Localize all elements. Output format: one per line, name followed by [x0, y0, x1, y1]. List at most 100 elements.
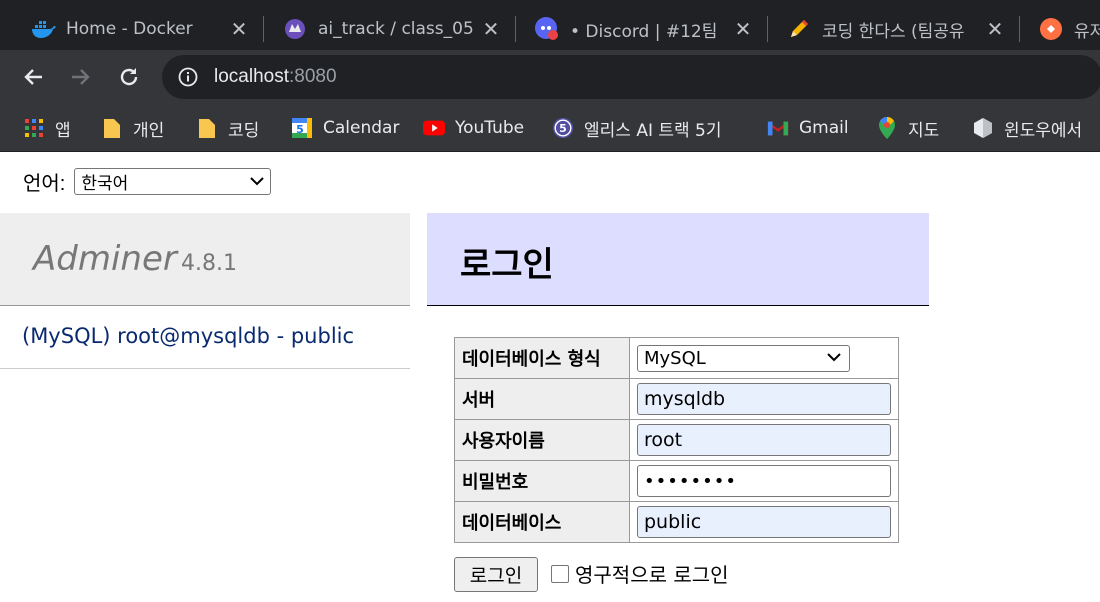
form-row-server: 서버 mysqldb	[454, 378, 899, 420]
language-value: 한국어	[81, 174, 129, 193]
password-cell: ••••••••	[629, 460, 899, 502]
system-label: 데이터베이스 형식	[454, 337, 630, 379]
bookmark-calendar[interactable]: 5 Calendar	[291, 114, 399, 142]
info-icon[interactable]	[178, 67, 198, 91]
tab-docker[interactable]: Home - Docker ✕	[12, 8, 262, 50]
app-version: 4.8.1	[181, 251, 237, 276]
reload-button[interactable]	[114, 62, 144, 92]
bookmark-label: YouTube	[455, 118, 525, 138]
app-name-link[interactable]: Adminer	[33, 239, 177, 279]
arrow-right-icon	[72, 69, 90, 85]
arrow-left-icon	[24, 69, 42, 85]
bookmark-maps[interactable]: 지도	[876, 114, 939, 142]
page-title: 로그인	[460, 245, 554, 285]
password-input[interactable]: ••••••••	[637, 465, 891, 497]
form-row-password: 비밀번호 ••••••••	[454, 460, 899, 502]
svg-text:5: 5	[296, 123, 304, 136]
tab-title: 유저	[1074, 21, 1100, 42]
close-icon[interactable]: ✕	[730, 17, 756, 41]
system-cell: MySQL	[629, 337, 899, 379]
chevron-down-icon	[827, 351, 841, 365]
bookmark-label: 앱	[55, 120, 71, 141]
app-icon	[1038, 16, 1064, 42]
permanent-login-label: 영구적으로 로그인	[575, 563, 729, 587]
folder-icon	[196, 117, 218, 139]
bookmark-gmail[interactable]: Gmail	[767, 114, 849, 142]
permanent-login-checkbox[interactable]	[551, 564, 569, 583]
tab-ai-track[interactable]: ai_track / class_05 ✕	[264, 8, 514, 50]
form-row-database: 데이터베이스 public	[454, 501, 899, 543]
database-input[interactable]: public	[637, 506, 891, 538]
bookmark-folder-coding[interactable]: 코딩	[196, 114, 259, 142]
calendar-icon: 5	[291, 117, 313, 139]
username-label: 사용자이름	[454, 419, 630, 461]
language-label: 언어:	[23, 173, 66, 195]
system-value: MySQL	[644, 347, 706, 369]
tab-user[interactable]: 유저	[1020, 8, 1100, 50]
server-input[interactable]: mysqldb	[637, 383, 891, 415]
back-button[interactable]	[18, 62, 48, 92]
tab-title: • Discord | #12팀	[570, 21, 718, 42]
server-cell: mysqldb	[629, 378, 899, 420]
permanent-login-option[interactable]: 영구적으로 로그인	[551, 559, 729, 588]
elice-icon: 5	[552, 117, 574, 139]
server-label: 서버	[454, 378, 630, 420]
discord-icon	[534, 16, 560, 42]
forward-button[interactable]	[66, 62, 96, 92]
browser-tab-bar: Home - Docker ✕ ai_track / class_05 ✕ • …	[0, 0, 1100, 50]
username-cell: root	[629, 419, 899, 461]
bookmark-youtube[interactable]: YouTube	[423, 114, 524, 142]
youtube-icon	[423, 117, 445, 139]
username-input[interactable]: root	[637, 424, 891, 456]
app-header: Adminer 4.8.1	[0, 213, 410, 306]
apps-grid-icon	[23, 117, 45, 139]
pencil-icon	[786, 16, 812, 42]
sidebar-menu: Adminer 4.8.1 (MySQL) root@mysqldb - pub…	[0, 213, 410, 370]
close-icon[interactable]: ✕	[982, 17, 1008, 41]
bookmark-label: Gmail	[799, 118, 849, 138]
close-icon[interactable]: ✕	[478, 17, 504, 41]
url-host: localhost	[214, 66, 289, 87]
svg-text:5: 5	[559, 122, 567, 135]
database-label: 데이터베이스	[454, 501, 630, 543]
browser-toolbar: localhost:8080	[0, 50, 1100, 104]
gmail-icon	[767, 117, 789, 139]
bookmark-label: 지도	[908, 120, 940, 141]
password-label: 비밀번호	[454, 460, 630, 502]
tab-coding-handas[interactable]: 코딩 한다스 (팀공유 ✕	[768, 8, 1018, 50]
url-port: :8080	[289, 66, 337, 87]
url-text: localhost:8080	[214, 66, 337, 88]
language-selector-row: 언어: 한국어	[23, 167, 272, 196]
bookmark-label: Calendar	[323, 118, 400, 138]
maps-icon	[876, 116, 898, 139]
database-link[interactable]: (MySQL) root@mysqldb - public	[22, 324, 354, 348]
bookmarks-bar: 앱 개인 코딩 5 Calendar YouTube 5 엘리스 AI 트랙 5…	[0, 104, 1100, 152]
bookmark-label: 개인	[133, 120, 165, 141]
bookmark-folder-personal[interactable]: 개인	[101, 114, 164, 142]
bookmark-label: 윈도우에서	[1004, 120, 1083, 141]
hexagon-icon	[972, 117, 994, 139]
address-bar[interactable]: localhost:8080	[162, 55, 1100, 99]
language-select[interactable]: 한국어	[74, 168, 272, 195]
bookmark-elice[interactable]: 5 엘리스 AI 트랙 5기	[552, 114, 722, 142]
database-system-select[interactable]: MySQL	[637, 344, 850, 372]
gitlab-icon	[282, 16, 308, 42]
form-row-system: 데이터베이스 형식 MySQL	[454, 337, 899, 379]
chevron-down-icon	[250, 175, 265, 189]
tab-title: Home - Docker	[66, 19, 193, 39]
sidebar-divider	[0, 368, 410, 369]
login-button[interactable]: 로그인	[454, 557, 538, 592]
tab-discord[interactable]: • Discord | #12팀 ✕	[516, 8, 766, 50]
bookmark-label: 엘리스 AI 트랙 5기	[584, 120, 722, 141]
database-cell: public	[629, 501, 899, 543]
form-row-username: 사용자이름 root	[454, 419, 899, 461]
close-icon[interactable]: ✕	[226, 17, 252, 41]
reload-icon	[120, 68, 138, 86]
content-header: 로그인	[427, 213, 929, 306]
bookmark-windows[interactable]: 윈도우에서	[972, 114, 1082, 142]
tab-title: ai_track / class_05	[318, 19, 474, 39]
docker-icon	[30, 16, 56, 42]
bookmark-apps[interactable]: 앱	[23, 114, 71, 142]
folder-icon	[101, 117, 123, 139]
login-form-table: 데이터베이스 형식 MySQL 서버 mysqldb 사용자이름 root 비밀…	[454, 337, 899, 543]
